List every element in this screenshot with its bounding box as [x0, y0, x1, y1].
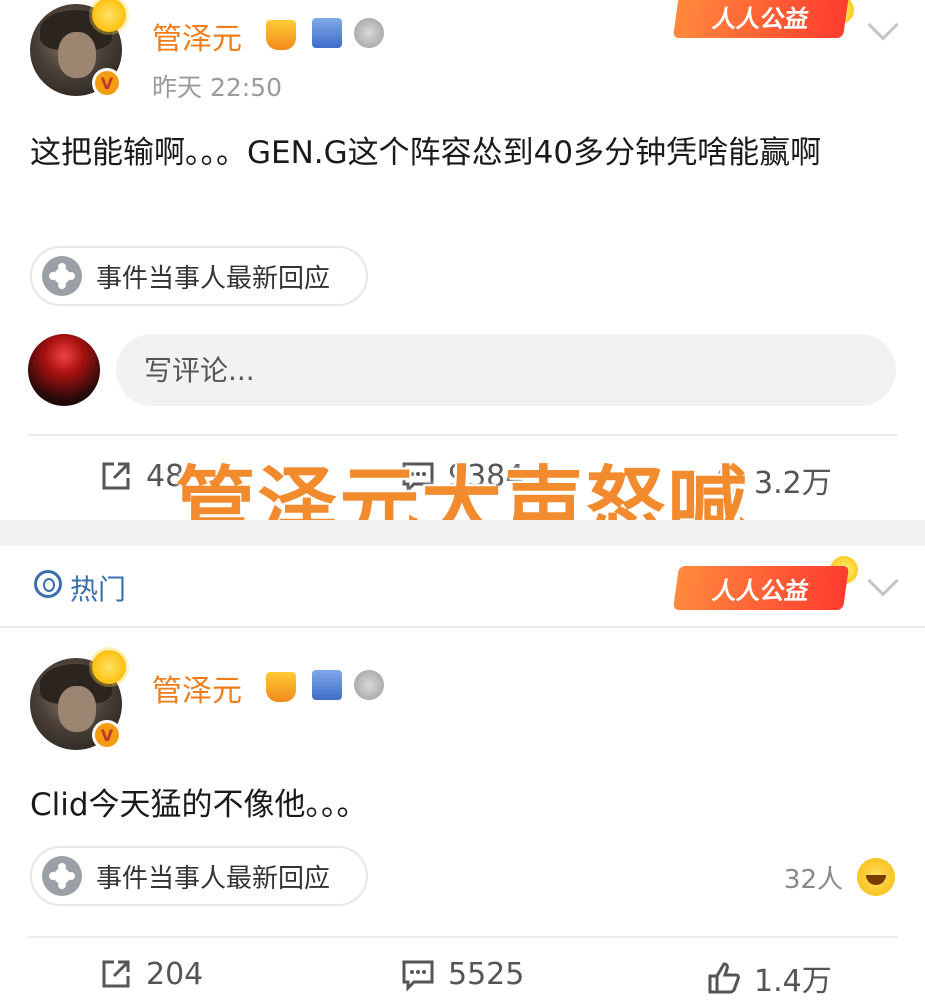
- crown-badge-icon[interactable]: [266, 20, 296, 50]
- my-avatar[interactable]: [28, 334, 100, 406]
- avatar-face: [58, 32, 96, 78]
- comment-icon: [402, 960, 434, 992]
- sun-badge-icon: [92, 0, 126, 32]
- event-tag-icon: [42, 856, 82, 896]
- hot-section-bar: 热门 人人公益: [0, 546, 925, 632]
- event-tag[interactable]: 事件当事人最新回应: [30, 846, 368, 906]
- divider: [28, 434, 898, 436]
- share-icon: [102, 960, 130, 988]
- laughing-emoji-icon: [857, 858, 895, 896]
- post-card-2: V 管泽元 Clid今天猛的不像他。。。 事件当事人最新回应 32人 204 5…: [0, 646, 925, 1000]
- hot-icon: [34, 570, 62, 598]
- hot-label[interactable]: 热门: [70, 568, 126, 608]
- event-tag-label: 事件当事人最新回应: [96, 263, 331, 294]
- username[interactable]: 管泽元: [152, 666, 242, 710]
- charity-badge[interactable]: 人人公益: [672, 566, 850, 610]
- repost-count: 204: [146, 956, 204, 992]
- verified-badge-icon: V: [92, 720, 122, 750]
- game-badge-icon[interactable]: [312, 18, 342, 48]
- comment-count: 5525: [448, 956, 525, 992]
- game-badge-icon[interactable]: [312, 670, 342, 700]
- divider: [28, 936, 898, 938]
- sun-badge-icon: [92, 650, 126, 684]
- event-tag[interactable]: 事件当事人最新回应: [30, 246, 368, 306]
- section-gap: [0, 520, 925, 546]
- like-count: 1.4万: [754, 964, 832, 999]
- reaction-summary[interactable]: 32人: [784, 858, 895, 896]
- post-content: Clid今天猛的不像他。。。: [30, 787, 368, 823]
- post-timestamp: 昨天 22:50: [152, 73, 282, 102]
- username[interactable]: 管泽元: [152, 14, 242, 58]
- event-tag-label: 事件当事人最新回应: [96, 863, 331, 894]
- like-button[interactable]: 1.4万: [706, 956, 832, 1000]
- medal-badge-icon[interactable]: [354, 670, 384, 700]
- post-content: 这把能输啊。。。GEN.G这个阵容怂到40多分钟凭啥能赢啊: [30, 135, 822, 171]
- crown-badge-icon[interactable]: [266, 672, 296, 702]
- comment-row: [0, 334, 925, 406]
- event-tag-icon: [42, 256, 82, 296]
- comment-button[interactable]: 5525: [400, 956, 524, 992]
- verified-badge-icon: V: [92, 68, 122, 98]
- charity-badge[interactable]: 人人公益: [672, 0, 850, 38]
- repost-button[interactable]: 204: [98, 956, 203, 992]
- medal-badge-icon[interactable]: [354, 18, 384, 48]
- chevron-down-icon[interactable]: [867, 9, 899, 41]
- comment-input[interactable]: [116, 334, 896, 406]
- divider: [0, 626, 925, 628]
- thumbs-up-icon: [708, 962, 740, 994]
- reaction-count: 32人: [783, 864, 843, 895]
- avatar-face: [58, 686, 96, 732]
- chevron-down-icon[interactable]: [867, 565, 899, 597]
